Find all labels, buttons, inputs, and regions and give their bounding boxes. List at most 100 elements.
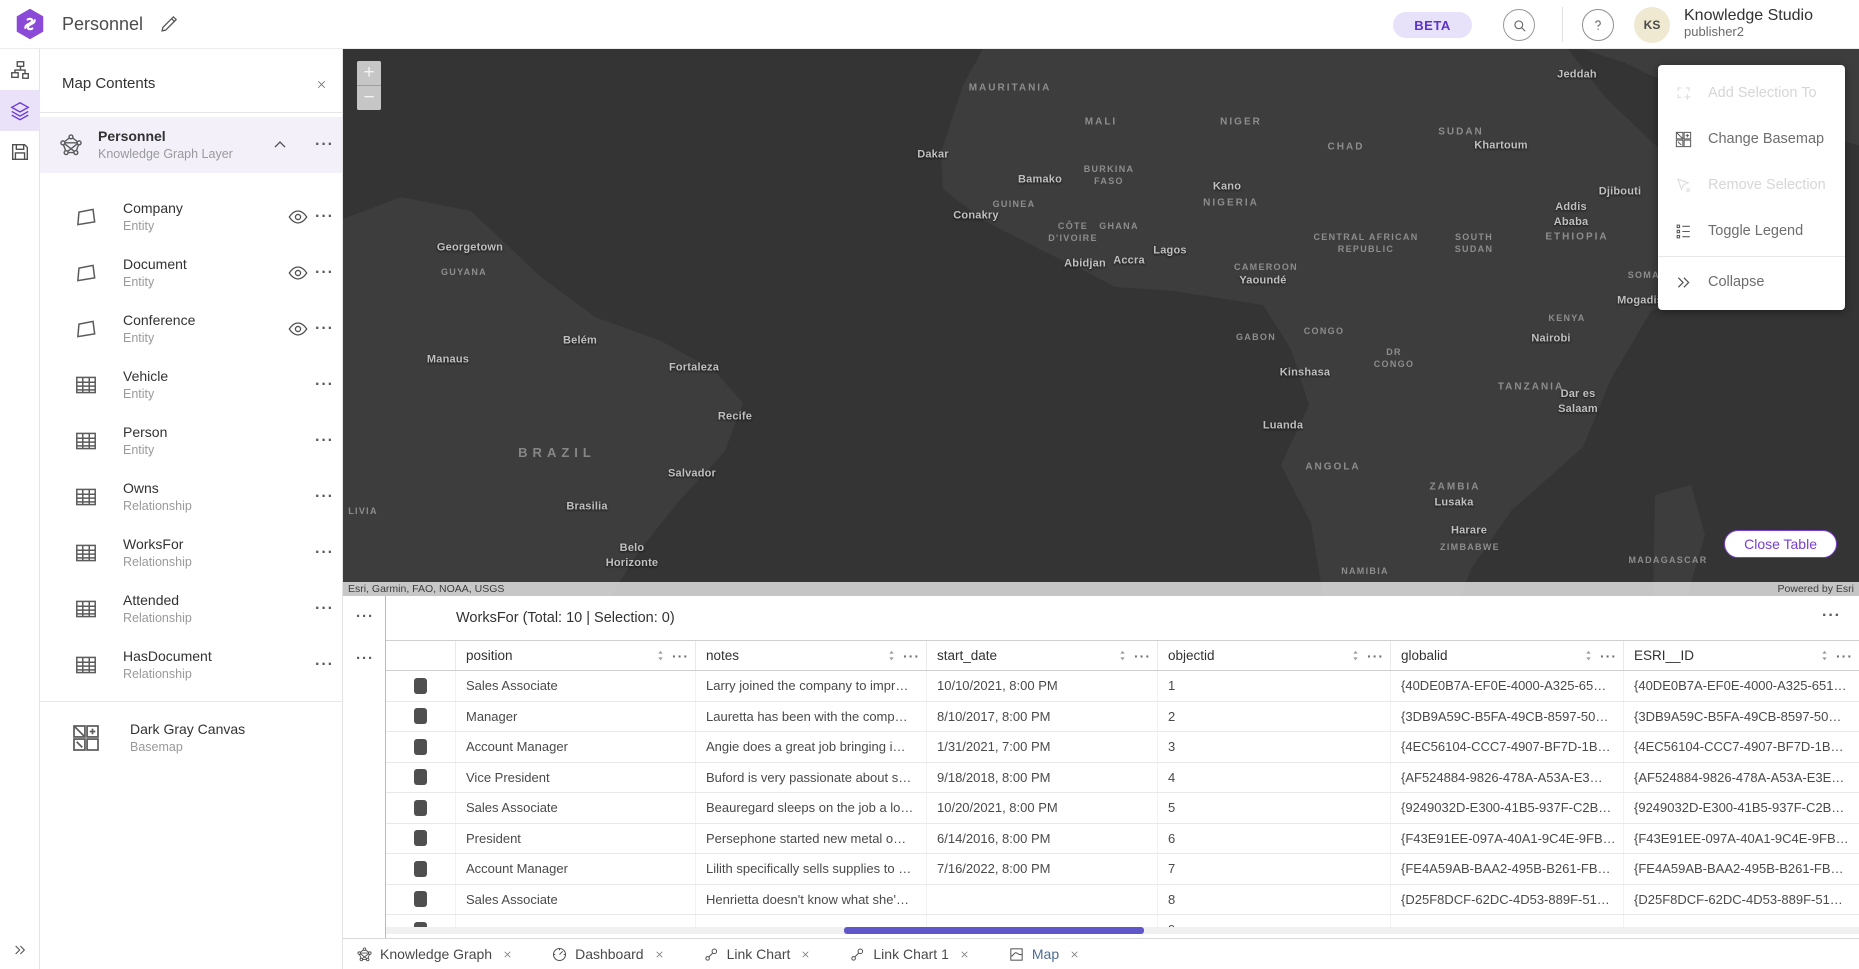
visibility-eye-icon[interactable] bbox=[287, 262, 309, 284]
edit-title-button[interactable] bbox=[158, 13, 180, 35]
column-header-objectid[interactable]: objectid··· bbox=[1158, 641, 1391, 670]
sort-icon[interactable] bbox=[1115, 648, 1130, 663]
rail-hierarchy-button[interactable] bbox=[0, 49, 40, 90]
layer-item-vehicle[interactable]: VehicleEntity··· bbox=[40, 357, 342, 413]
layer-options-button[interactable]: ··· bbox=[315, 600, 334, 618]
visibility-eye-icon[interactable] bbox=[287, 206, 309, 228]
table-row[interactable]: Sales AssociateBeauregard sleeps on the … bbox=[386, 793, 1859, 824]
map-label-city: Belo Horizonte bbox=[606, 541, 659, 571]
table-cell: {40DE0B7A-EF0E-4000-A325-651… bbox=[1624, 671, 1859, 701]
layer-item-worksfor[interactable]: WorksForRelationship··· bbox=[40, 525, 342, 581]
layer-item-document[interactable]: DocumentEntity··· bbox=[40, 245, 342, 301]
table-row[interactable]: ManagerLauretta has been with the comp…8… bbox=[386, 702, 1859, 733]
expand-rail-button[interactable] bbox=[0, 942, 40, 958]
map-label-city: Yaoundé bbox=[1239, 274, 1286, 289]
menu-item-change-basemap[interactable]: Change Basemap bbox=[1658, 116, 1845, 162]
tab-link-chart-1[interactable]: Link Chart 1 bbox=[849, 946, 969, 963]
rail-layers-button[interactable] bbox=[0, 90, 40, 131]
column-options-button[interactable]: ··· bbox=[1600, 648, 1617, 664]
tab-dashboard[interactable]: Dashboard bbox=[551, 946, 665, 963]
tab-link-chart[interactable]: Link Chart bbox=[703, 946, 812, 963]
search-button[interactable] bbox=[1503, 9, 1535, 41]
table-horizontal-scrollbar[interactable] bbox=[386, 927, 1859, 934]
layer-options-button[interactable]: ··· bbox=[315, 136, 334, 154]
layer-item-conference[interactable]: ConferenceEntity··· bbox=[40, 301, 342, 357]
layer-item-attended[interactable]: AttendedRelationship··· bbox=[40, 581, 342, 637]
sort-icon[interactable] bbox=[884, 648, 899, 663]
tab-map[interactable]: Map bbox=[1008, 946, 1080, 963]
column-header-start_date[interactable]: start_date··· bbox=[927, 641, 1158, 670]
close-table-button[interactable]: Close Table bbox=[1724, 530, 1837, 558]
row-checkbox[interactable] bbox=[414, 861, 427, 877]
layer-item-personnel[interactable]: PersonnelKnowledge Graph Layer··· bbox=[40, 117, 342, 173]
layer-type: Relationship bbox=[123, 666, 212, 682]
menu-item-toggle-legend[interactable]: Toggle Legend bbox=[1658, 208, 1845, 254]
zoom-out-button[interactable]: − bbox=[357, 86, 381, 110]
table-menu-button[interactable]: ··· bbox=[1822, 607, 1841, 625]
layer-item-owns[interactable]: OwnsRelationship··· bbox=[40, 469, 342, 525]
scrollbar-handle[interactable] bbox=[844, 927, 1144, 934]
sort-icon[interactable] bbox=[1348, 648, 1363, 663]
map-canvas[interactable]: MAURITANIAMALINIGERSUDANCHADBURKINA FASO… bbox=[343, 49, 1859, 596]
basemap-item[interactable]: Dark Gray CanvasBasemap bbox=[40, 710, 342, 766]
column-header-position[interactable]: position··· bbox=[456, 641, 696, 670]
layer-options-button[interactable]: ··· bbox=[315, 320, 334, 338]
close-tab-icon[interactable] bbox=[1069, 949, 1080, 960]
tab-knowledge-graph[interactable]: Knowledge Graph bbox=[356, 946, 513, 963]
table-row[interactable]: Sales AssociateLarry joined the company … bbox=[386, 671, 1859, 702]
menu-item-collapse[interactable]: Collapse bbox=[1658, 259, 1845, 305]
table-row[interactable]: Vice PresidentBuford is very passionate … bbox=[386, 763, 1859, 794]
visibility-eye-icon[interactable] bbox=[287, 318, 309, 340]
column-header-ESRI__ID[interactable]: ESRI__ID··· bbox=[1624, 641, 1859, 670]
table-options-ellipsis[interactable]: ··· bbox=[356, 608, 374, 625]
layer-item-person[interactable]: PersonEntity··· bbox=[40, 413, 342, 469]
row-checkbox[interactable] bbox=[414, 830, 427, 846]
layer-options-button[interactable]: ··· bbox=[315, 488, 334, 506]
layer-options-button[interactable]: ··· bbox=[315, 376, 334, 394]
row-checkbox[interactable] bbox=[414, 678, 427, 694]
row-checkbox[interactable] bbox=[414, 769, 427, 785]
column-options-button[interactable]: ··· bbox=[672, 648, 689, 664]
avatar[interactable]: KS bbox=[1634, 7, 1670, 43]
zoom-in-button[interactable]: + bbox=[357, 61, 381, 85]
close-panel-button[interactable] bbox=[309, 72, 333, 96]
sort-icon[interactable] bbox=[1817, 648, 1832, 663]
layer-item-hasdocument[interactable]: HasDocumentRelationship··· bbox=[40, 637, 342, 693]
map-icon bbox=[1008, 946, 1025, 963]
table-row[interactable]: 9 bbox=[386, 915, 1859, 927]
sort-icon[interactable] bbox=[653, 648, 668, 663]
table-row[interactable]: Sales AssociateHenrietta doesn't know wh… bbox=[386, 885, 1859, 916]
chevron-up-icon[interactable] bbox=[270, 135, 290, 155]
row-checkbox[interactable] bbox=[414, 739, 427, 755]
table-cell: {4EC56104-CCC7-4907-BF7D-1B… bbox=[1391, 732, 1624, 762]
column-options-button[interactable]: ··· bbox=[1836, 648, 1853, 664]
table-cell: 4 bbox=[1158, 763, 1391, 793]
close-tab-icon[interactable] bbox=[654, 949, 665, 960]
table-row[interactable]: Account ManagerAngie does a great job br… bbox=[386, 732, 1859, 763]
row-checkbox[interactable] bbox=[414, 708, 427, 724]
map-label-country: CENTRAL AFRICAN REPUBLIC bbox=[1314, 231, 1419, 255]
layer-options-button[interactable]: ··· bbox=[315, 208, 334, 226]
sort-icon[interactable] bbox=[1581, 648, 1596, 663]
table-column-options-ellipsis[interactable]: ··· bbox=[356, 650, 374, 667]
table-row[interactable]: PresidentPersephone started new metal o…… bbox=[386, 824, 1859, 855]
layer-options-button[interactable]: ··· bbox=[315, 544, 334, 562]
layer-options-button[interactable]: ··· bbox=[315, 432, 334, 450]
layer-item-company[interactable]: CompanyEntity··· bbox=[40, 189, 342, 245]
help-button[interactable] bbox=[1582, 9, 1614, 41]
rail-save-button[interactable] bbox=[0, 131, 40, 172]
table-row[interactable]: Account ManagerLilith specifically sells… bbox=[386, 854, 1859, 885]
column-header-globalid[interactable]: globalid··· bbox=[1391, 641, 1624, 670]
column-header-notes[interactable]: notes··· bbox=[696, 641, 927, 670]
layer-options-button[interactable]: ··· bbox=[315, 656, 334, 674]
layer-options-button[interactable]: ··· bbox=[315, 264, 334, 282]
close-tab-icon[interactable] bbox=[959, 949, 970, 960]
close-tab-icon[interactable] bbox=[800, 949, 811, 960]
column-options-button[interactable]: ··· bbox=[1134, 648, 1151, 664]
column-options-button[interactable]: ··· bbox=[903, 648, 920, 664]
row-checkbox[interactable] bbox=[414, 891, 427, 907]
close-tab-icon[interactable] bbox=[502, 949, 513, 960]
account-info[interactable]: Knowledge Studio publisher2 bbox=[1684, 7, 1813, 40]
row-checkbox[interactable] bbox=[414, 800, 427, 816]
column-options-button[interactable]: ··· bbox=[1367, 648, 1384, 664]
